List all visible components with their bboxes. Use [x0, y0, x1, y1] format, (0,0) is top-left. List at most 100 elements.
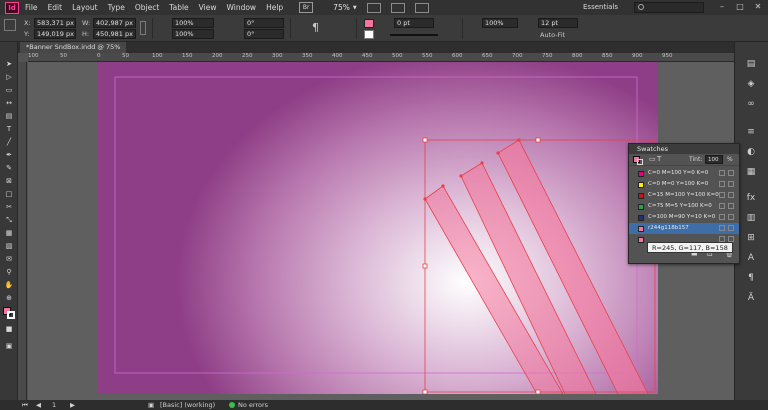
anchor-point[interactable]	[441, 184, 445, 188]
reference-point-icon[interactable]	[4, 19, 16, 31]
selection-handle[interactable]	[422, 137, 428, 143]
chevron-down-icon[interactable]: ▼	[353, 5, 357, 11]
anchor-point[interactable]	[480, 161, 484, 165]
zoom-level[interactable]: 75%	[333, 3, 350, 12]
auto-fit-checkbox[interactable]: Auto-Fit	[540, 31, 565, 39]
next-page-icon[interactable]: ▶	[70, 401, 75, 409]
anchor-point[interactable]	[517, 138, 521, 142]
selection-handle[interactable]	[535, 389, 541, 394]
horizontal-ruler[interactable]: 100 50 0 50 100 150 200 250 300 350 400 …	[28, 53, 734, 62]
shear-field[interactable]: 0°	[244, 29, 284, 39]
document-page[interactable]	[97, 62, 658, 394]
master-status[interactable]: [Basic] (working)	[160, 401, 215, 409]
x-field[interactable]: 583,371 px	[34, 18, 76, 28]
pages-panel-icon[interactable]: ▤	[745, 58, 757, 70]
selection-handle[interactable]	[535, 137, 541, 143]
preflight-errors[interactable]: No errors	[238, 401, 268, 409]
swatch-item[interactable]: C=0 M=0 Y=100 K=0	[629, 179, 739, 190]
first-page-icon[interactable]: ⏮	[22, 401, 28, 410]
gradient-swatch-tool-icon[interactable]: ▦	[4, 229, 14, 238]
links-panel-icon[interactable]: ∞	[745, 98, 757, 110]
menu-window[interactable]: Window	[226, 3, 256, 12]
eyedropper-tool-icon[interactable]: ⚲	[4, 268, 14, 277]
swatch-item-selected[interactable]: r244g118b157	[629, 223, 739, 234]
close-icon[interactable]: ✕	[752, 2, 764, 12]
font-size-field[interactable]: 12 pt	[538, 18, 578, 28]
swatch-item[interactable]: C=100 M=90 Y=10 K=0	[629, 212, 739, 223]
document-tab[interactable]: *Banner SndBox.indd @ 75%	[20, 42, 127, 53]
glyphs-panel-icon[interactable]: Ä	[745, 292, 757, 304]
free-transform-tool-icon[interactable]: ⤡	[4, 216, 14, 225]
swatches-panel-icon[interactable]: ▦	[745, 166, 757, 178]
gap-tool-icon[interactable]: ↔	[4, 99, 14, 108]
hand-tool-icon[interactable]: ✋	[4, 281, 14, 290]
stroke-type-preview[interactable]	[390, 34, 438, 36]
selection-handle[interactable]	[422, 263, 428, 269]
stroke-swatch-icon[interactable]	[637, 159, 643, 165]
width-field[interactable]: 402,987 px	[93, 18, 136, 28]
y-field[interactable]: 149,019 px	[34, 29, 76, 39]
note-tool-icon[interactable]: ✉	[4, 255, 14, 264]
stroke-color-icon[interactable]	[7, 311, 15, 319]
menu-table[interactable]: Table	[169, 3, 188, 12]
swatches-panel-title[interactable]: Swatches	[629, 144, 739, 154]
vertical-ruler[interactable]	[18, 62, 27, 400]
line-tool-icon[interactable]: ╱	[4, 138, 14, 147]
screen-mode-icon[interactable]: ▣	[4, 342, 14, 351]
bridge-button[interactable]: Br	[299, 2, 314, 13]
fill-swatch[interactable]	[364, 19, 374, 28]
menu-edit[interactable]: Edit	[48, 3, 63, 12]
page-tool-icon[interactable]: ▭	[4, 86, 14, 95]
help-search-input[interactable]	[634, 2, 704, 13]
anchor-point[interactable]	[459, 174, 463, 178]
scissors-tool-icon[interactable]: ✂	[4, 203, 14, 212]
previous-page-icon[interactable]: ◀	[36, 401, 41, 409]
tint-field[interactable]: 100	[705, 155, 723, 164]
view-options-icon[interactable]	[366, 2, 381, 13]
rotate-field[interactable]: 0°	[244, 18, 284, 28]
menu-view[interactable]: View	[199, 3, 217, 12]
text-wrap-panel-icon[interactable]: ⊞	[745, 232, 757, 244]
type-tool-icon[interactable]: T	[4, 125, 14, 134]
character-panel-icon[interactable]: A	[745, 252, 757, 264]
layers-panel-icon[interactable]: ◈	[745, 78, 757, 90]
color-panel-icon[interactable]: ◐	[745, 146, 757, 158]
apply-color-icon[interactable]: ■	[4, 325, 14, 334]
anchor-point[interactable]	[496, 151, 500, 155]
menu-object[interactable]: Object	[135, 3, 159, 12]
arrange-documents-icon[interactable]	[414, 2, 429, 13]
maximize-icon[interactable]: □	[734, 2, 746, 12]
stroke-weight-field[interactable]: 0 pt	[394, 18, 434, 28]
paragraph-panel-icon[interactable]: ¶	[745, 272, 757, 284]
menu-help[interactable]: Help	[266, 3, 283, 12]
swatch-item[interactable]: C=15 M=100 Y=100 K=0	[629, 190, 739, 201]
rectangle-frame-tool-icon[interactable]: ⊠	[4, 177, 14, 186]
stroke-panel-icon[interactable]: ≡	[745, 126, 757, 138]
workspace-switcher[interactable]: Essentials	[583, 3, 618, 11]
effects-panel-icon[interactable]: fx	[745, 192, 757, 204]
anchor-point[interactable]	[423, 197, 427, 201]
menu-type[interactable]: Type	[108, 3, 125, 12]
menu-layout[interactable]: Layout	[72, 3, 98, 12]
page-number[interactable]: 1	[52, 401, 56, 409]
scale-y-field[interactable]: 100%	[172, 29, 214, 39]
selection-handle[interactable]	[422, 389, 428, 394]
formatting-text-icon[interactable]: T	[657, 155, 661, 163]
pen-tool-icon[interactable]: ✒	[4, 151, 14, 160]
paragraph-icon[interactable]: ¶	[312, 21, 319, 34]
zoom-tool-icon[interactable]: ⊕	[4, 294, 14, 303]
stroke-swatch[interactable]	[364, 30, 374, 39]
rectangle-tool-icon[interactable]: □	[4, 190, 14, 199]
scale-x-field[interactable]: 100%	[172, 18, 214, 28]
opacity-field[interactable]: 100%	[482, 18, 518, 28]
menu-file[interactable]: File	[25, 3, 38, 12]
swatch-item[interactable]: C=0 M=100 Y=0 K=0	[629, 168, 739, 179]
swatch-item[interactable]: C=75 M=5 Y=100 K=0	[629, 201, 739, 212]
content-collector-icon[interactable]: ▤	[4, 112, 14, 121]
screen-mode-icon[interactable]	[390, 2, 405, 13]
formatting-container-icon[interactable]: ▭	[649, 155, 656, 163]
selection-tool-icon[interactable]: ➤	[4, 60, 14, 69]
minimize-icon[interactable]: –	[716, 2, 728, 12]
pencil-tool-icon[interactable]: ✎	[4, 164, 14, 173]
direct-selection-tool-icon[interactable]: ▷	[4, 73, 14, 82]
